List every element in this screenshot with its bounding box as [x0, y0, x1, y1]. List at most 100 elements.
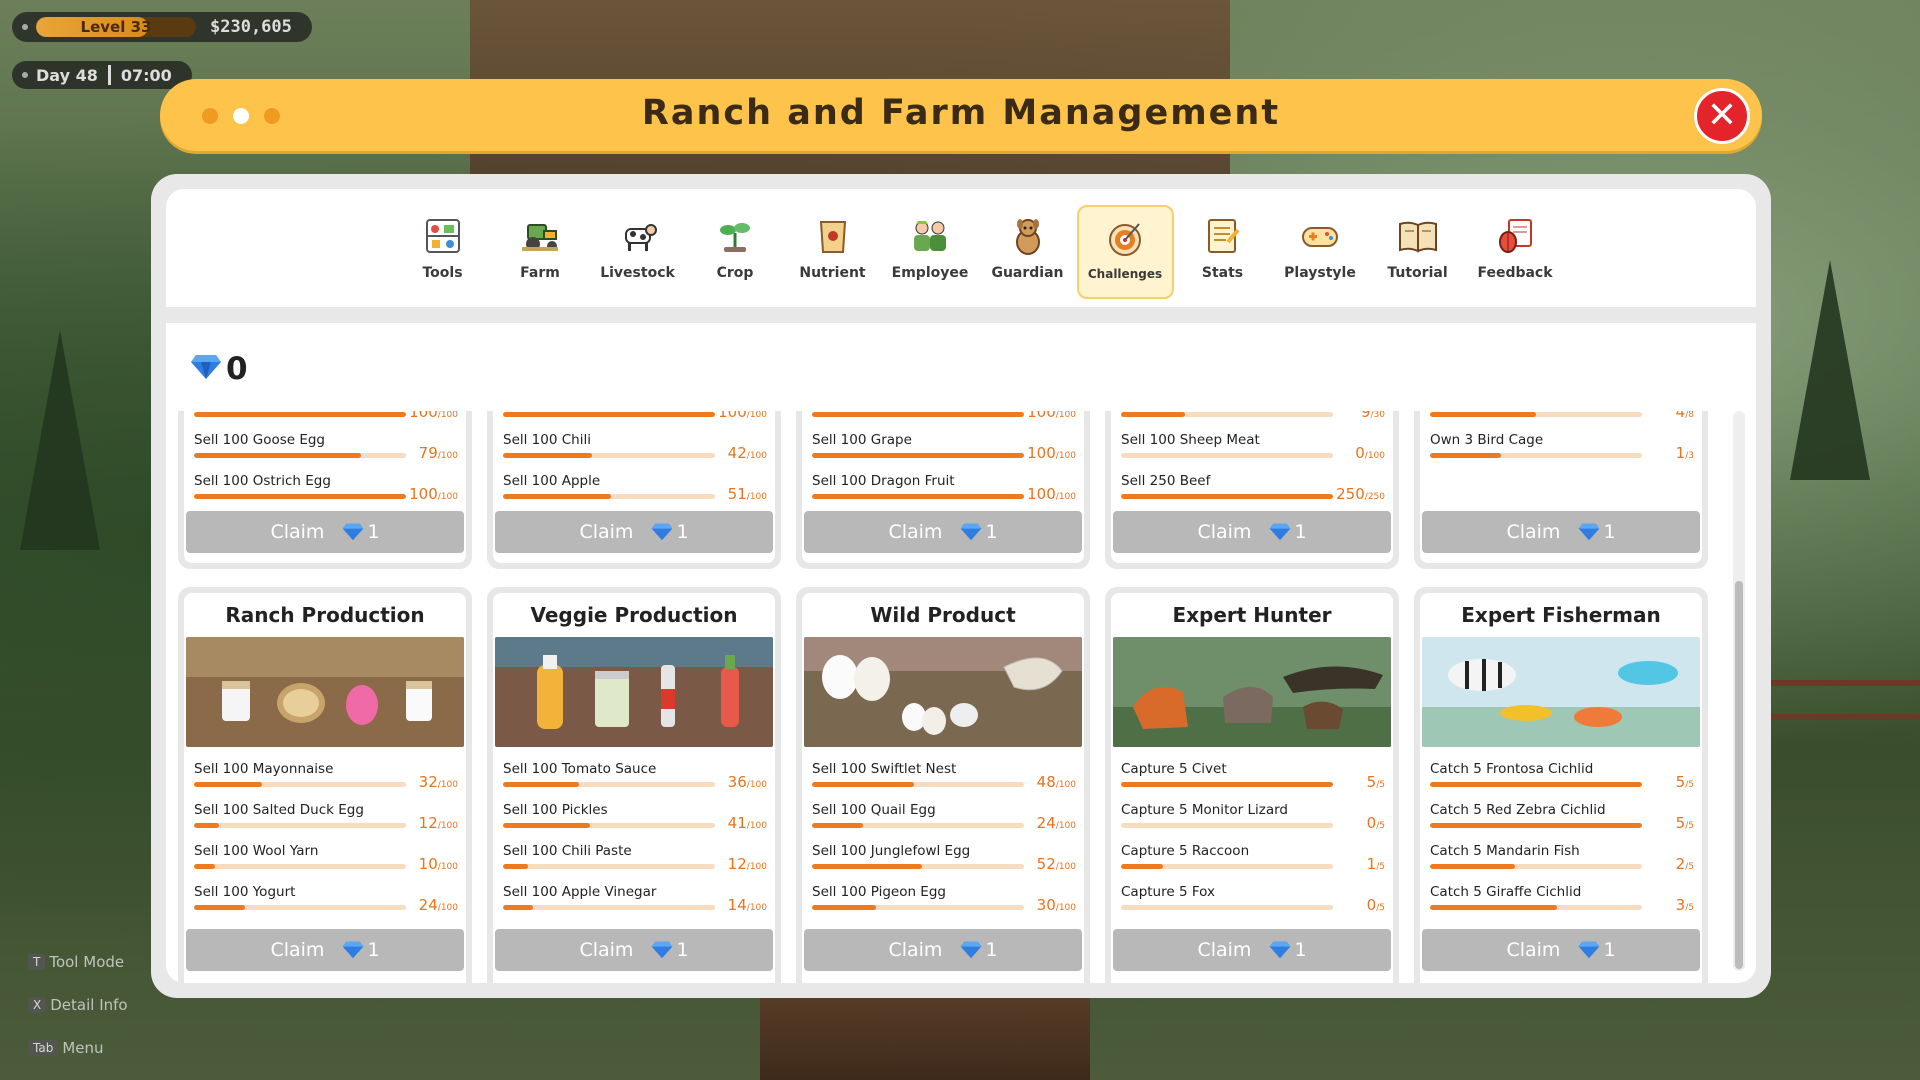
- hint-key: X: [28, 996, 47, 1013]
- task-max: 100: [749, 862, 767, 872]
- task-label: Sell 100 Dragon Fruit: [812, 473, 955, 489]
- claim-button[interactable]: Claim 1: [186, 929, 464, 971]
- task-max: 100: [440, 780, 458, 790]
- diamond-icon: [1269, 941, 1291, 959]
- challenge-card: Expert Hunter Capture 5 Civet 5/5 Capture 5…: [1105, 587, 1399, 983]
- task-current: 79: [418, 444, 438, 462]
- task-progress-fill: [1430, 905, 1558, 910]
- task-current: 24: [418, 896, 438, 914]
- task-progress-bar: [194, 782, 406, 787]
- scrollbar-thumb[interactable]: [1735, 581, 1743, 969]
- task-label: Sell 100 Goose Egg: [194, 432, 326, 448]
- employee-icon: [908, 214, 952, 258]
- claim-button[interactable]: Claim 1: [804, 511, 1082, 553]
- challenge-card: Wild Product Sell 100 Swiftlet Nest 48/100…: [796, 587, 1090, 983]
- task-max: 5: [1688, 821, 1694, 831]
- claim-button[interactable]: Claim 1: [1113, 511, 1391, 553]
- challenge-task: 100/100: [812, 411, 1076, 431]
- challenges-content: 0 100/100 Sell 100 Goose Egg 79/100 Sell 10…: [166, 323, 1756, 983]
- task-progress-value: 12/100: [728, 855, 767, 873]
- card-body: 100/100 Sell 100 Chili 42/100 Sell 100 Appl…: [493, 411, 775, 563]
- task-progress-bar: [1121, 782, 1333, 787]
- task-progress-bar: [1121, 412, 1333, 417]
- claim-button[interactable]: Claim 1: [1422, 929, 1700, 971]
- tab-tutorial[interactable]: Tutorial: [1369, 205, 1466, 299]
- claim-button[interactable]: Claim 1: [495, 511, 773, 553]
- tab-crop[interactable]: Crop: [687, 205, 784, 299]
- bug-report-icon: [1493, 214, 1537, 258]
- task-current: 12: [418, 814, 438, 832]
- card-title: Veggie Production: [530, 603, 738, 627]
- tab-playstyle[interactable]: Playstyle: [1272, 205, 1369, 299]
- tab-livestock[interactable]: Livestock: [589, 205, 686, 299]
- task-progress-bar: [812, 905, 1024, 910]
- claim-button[interactable]: Claim 1: [1422, 511, 1700, 553]
- task-progress-fill: [503, 864, 529, 869]
- task-max: 100: [440, 411, 458, 420]
- hint-label: Detail Info: [50, 995, 128, 1014]
- management-panel: Tools Farm Livestock Crop Nutrient Employee Gu…: [151, 174, 1771, 998]
- claim-reward: 1: [1294, 521, 1307, 543]
- tab-guardian[interactable]: Guardian: [979, 205, 1076, 299]
- task-progress-fill: [812, 412, 1024, 417]
- task-current: 3: [1675, 896, 1686, 914]
- task-progress-fill: [503, 494, 612, 499]
- close-button[interactable]: ✕: [1694, 88, 1750, 144]
- task-progress-bar: [1430, 453, 1642, 458]
- task-progress-value: 48/100: [1037, 773, 1076, 791]
- challenge-card: Expert Fisherman Catch 5 Frontosa Cichlid…: [1414, 587, 1708, 983]
- task-label: Catch 5 Frontosa Cichlid: [1430, 761, 1594, 777]
- level-hud: Level 33 $230,605: [12, 12, 312, 42]
- challenge-task: Catch 5 Frontosa Cichlid 5/5: [1430, 761, 1694, 801]
- claim-label: Claim: [1506, 939, 1561, 961]
- claim-label: Claim: [1506, 521, 1561, 543]
- claim-button[interactable]: Claim 1: [186, 511, 464, 553]
- card-body: Wild Product Sell 100 Swiftlet Nest 48/100…: [802, 593, 1084, 983]
- background-fence: [1770, 680, 1920, 720]
- challenge-task: Sell 250 Beef 250/250: [1121, 473, 1385, 513]
- tab-farm[interactable]: Farm: [492, 205, 589, 299]
- claim-button[interactable]: Claim 1: [495, 929, 773, 971]
- window-titlebar: Ranch and Farm Management ✕: [160, 79, 1762, 151]
- tab-nutrient[interactable]: Nutrient: [784, 205, 881, 299]
- claim-reward: 1: [367, 521, 380, 543]
- task-progress-value: 0/100: [1355, 444, 1385, 462]
- task-max: 100: [749, 411, 767, 420]
- task-max: 100: [749, 821, 767, 831]
- challenge-grid[interactable]: 100/100 Sell 100 Goose Egg 79/100 Sell 100 …: [166, 411, 1726, 983]
- task-current: 30: [1036, 896, 1056, 914]
- stats-icon: [1201, 214, 1245, 258]
- diamond-icon: [342, 523, 364, 541]
- challenge-task: Capture 5 Monitor Lizard 0/5: [1121, 802, 1385, 842]
- claim-button[interactable]: Claim 1: [804, 929, 1082, 971]
- claim-label: Claim: [579, 939, 634, 961]
- task-current: 10: [418, 855, 438, 873]
- task-label: Capture 5 Monitor Lizard: [1121, 802, 1288, 818]
- hint-label: Menu: [62, 1038, 104, 1057]
- challenge-task: Sell 100 Tomato Sauce 36/100: [503, 761, 767, 801]
- tab-employee[interactable]: Employee: [882, 205, 979, 299]
- task-max: 100: [440, 451, 458, 461]
- tab-challenges[interactable]: Challenges: [1076, 205, 1174, 299]
- tab-label: Playstyle: [1284, 265, 1356, 281]
- challenge-task: 9/30: [1121, 411, 1385, 431]
- tab-stats[interactable]: Stats: [1174, 205, 1271, 299]
- tab-label: Challenges: [1087, 267, 1163, 281]
- challenge-card: 100/100 Sell 100 Chili 42/100 Sell 100 Appl…: [487, 411, 781, 569]
- hint-label: Tool Mode: [49, 952, 125, 971]
- claim-button[interactable]: Claim 1: [1113, 929, 1391, 971]
- task-current: 14: [727, 896, 747, 914]
- task-max: 5: [1379, 821, 1385, 831]
- tab-feedback[interactable]: Feedback: [1467, 205, 1564, 299]
- card-title: Ranch Production: [225, 603, 425, 627]
- task-progress-value: 14/100: [728, 896, 767, 914]
- task-progress-bar: [503, 864, 715, 869]
- task-current: 1: [1366, 855, 1377, 873]
- task-label: Capture 5 Raccoon: [1121, 843, 1250, 859]
- task-progress-bar: [503, 782, 715, 787]
- scrollbar[interactable]: [1733, 411, 1745, 971]
- tab-label: Employee: [891, 265, 969, 281]
- tab-tools[interactable]: Tools: [394, 205, 491, 299]
- tab-label: Livestock: [600, 265, 675, 281]
- task-progress-fill: [1121, 782, 1333, 787]
